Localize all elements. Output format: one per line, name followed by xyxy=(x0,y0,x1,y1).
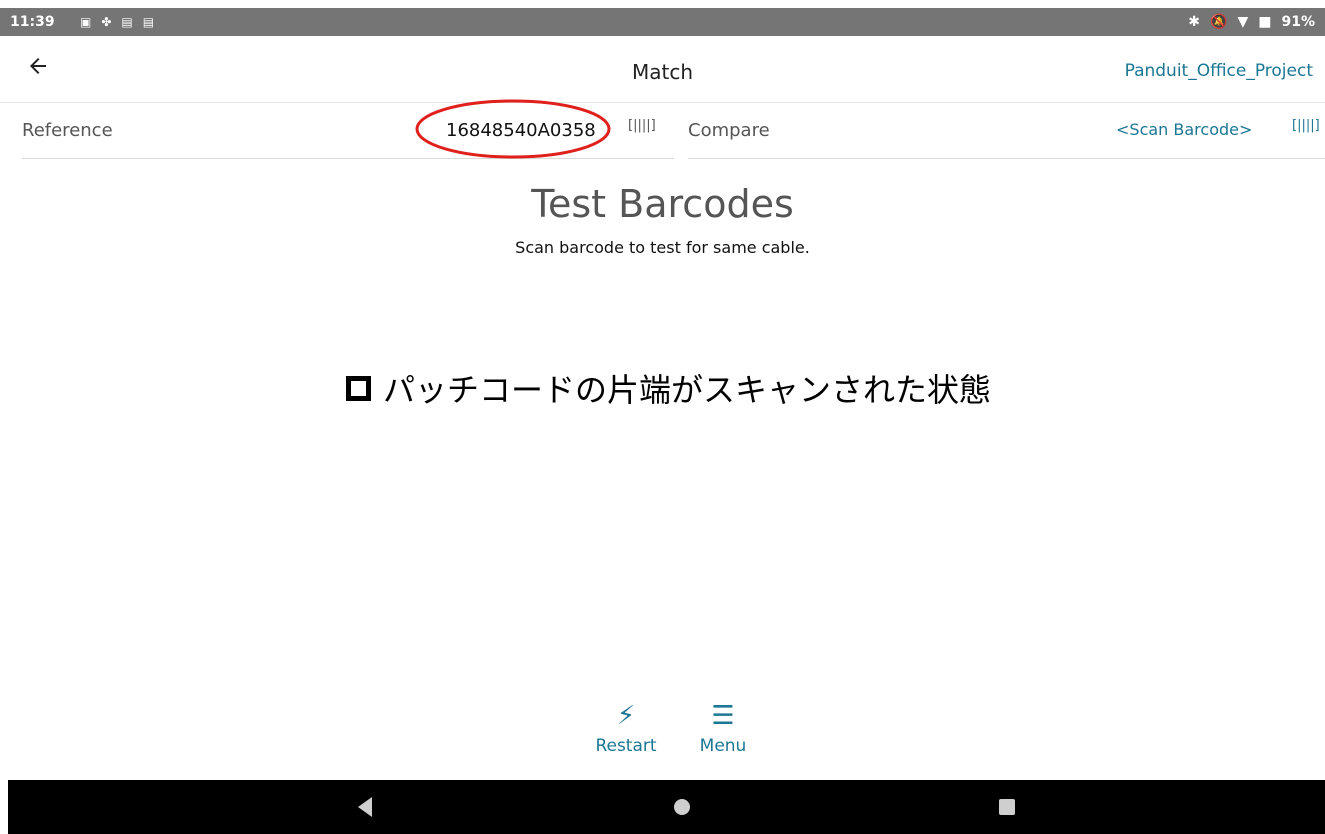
compare-label: Compare xyxy=(688,120,770,141)
bluetooth-icon: ✱ xyxy=(1188,14,1201,30)
system-icons: ✱ 🔕 ▼ ■ 91% xyxy=(1188,14,1315,30)
reference-label: Reference xyxy=(22,120,113,141)
battery-icon: ■ xyxy=(1258,14,1272,30)
window-icon: ▤ xyxy=(142,15,155,29)
annotation-note: パッチコードの片端がスキャンされた状態 xyxy=(346,365,991,411)
app-bar: Match Panduit_Office_Project xyxy=(0,40,1325,103)
reference-value: 16848540A0358 xyxy=(446,120,596,141)
mute-icon: 🔕 xyxy=(1210,14,1228,30)
compare-field[interactable]: Compare <Scan Barcode> [||||] xyxy=(688,104,1325,159)
barcode-scan-icon[interactable]: [||||] xyxy=(1292,118,1320,133)
project-name-link[interactable]: Panduit_Office_Project xyxy=(1125,61,1313,81)
notification-icons: ▣ ✤ ▤ ▤ xyxy=(80,15,154,29)
restart-button[interactable]: ⚡ Restart xyxy=(586,700,666,756)
system-nav-bar xyxy=(8,780,1325,834)
image-icon: ▣ xyxy=(80,15,92,29)
menu-button[interactable]: ☰ Menu xyxy=(683,700,763,756)
nav-recents-icon[interactable] xyxy=(999,799,1015,815)
status-bar: 11:39 ▣ ✤ ▤ ▤ ✱ 🔕 ▼ ■ 91% xyxy=(0,8,1325,36)
battery-percent: 91% xyxy=(1281,14,1315,30)
reference-field[interactable]: Reference 16848540A0358 [||||] xyxy=(22,104,674,159)
bottom-actions: ⚡ Restart ☰ Menu xyxy=(0,700,1325,770)
wifi-icon: ▼ xyxy=(1237,14,1249,30)
nav-back-icon[interactable] xyxy=(358,797,372,817)
fan-icon: ✤ xyxy=(101,15,112,29)
menu-label: Menu xyxy=(699,736,747,756)
annotation-text: パッチコードの片端がスキャンされた状態 xyxy=(383,371,992,409)
cable-icon: ⚡ xyxy=(616,701,636,731)
barcode-row: Reference 16848540A0358 [||||] Compare <… xyxy=(0,104,1325,159)
window-icon: ▤ xyxy=(121,15,133,29)
nav-home-icon[interactable] xyxy=(674,799,690,815)
main-subtitle: Scan barcode to test for same cable. xyxy=(515,238,810,257)
main-heading: Test Barcodes xyxy=(531,182,794,226)
status-time: 11:39 xyxy=(10,14,55,30)
barcode-scan-icon[interactable]: [||||] xyxy=(628,118,656,133)
hamburger-menu-icon: ☰ xyxy=(711,701,735,731)
square-bullet-icon xyxy=(346,375,371,401)
restart-label: Restart xyxy=(595,736,657,756)
compare-scan-prompt[interactable]: <Scan Barcode> xyxy=(1116,120,1252,139)
